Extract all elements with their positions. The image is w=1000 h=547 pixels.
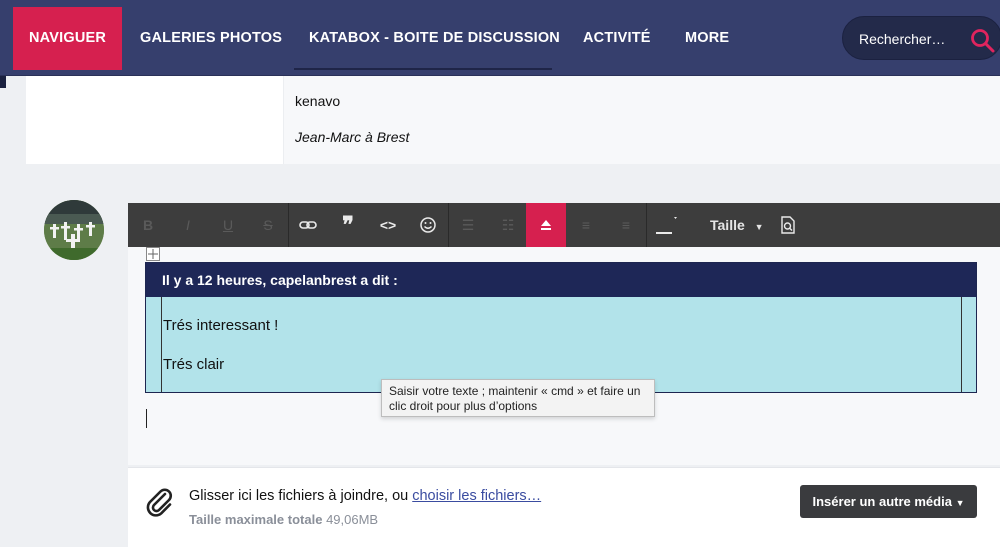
attachments-area[interactable]: Glisser ici les fichiers à joindre, ou c… [128, 467, 1000, 547]
quote-line: Trés clair [163, 356, 225, 373]
attach-drop-text: Glisser ici les fichiers à joindre, ou [189, 488, 409, 504]
previous-post-author-column [26, 76, 284, 164]
nav-item-galeries-photos[interactable]: GALERIES PHOTOS [140, 0, 282, 76]
italic-icon[interactable]: I [168, 203, 208, 247]
attach-size-limit: Taille maximale totale 49,06MB [189, 512, 378, 527]
align-left-icon[interactable]: ≡ [566, 203, 606, 247]
emoji-icon[interactable] [408, 203, 448, 247]
bold-icon[interactable]: B [128, 203, 168, 247]
editor-toolbar: B I U S ❞ <> ☰ ☷ ≡ ≡ Taille ▼ [128, 203, 1000, 247]
list-icon[interactable]: ☰ [448, 203, 488, 247]
numbered-list-icon[interactable]: ☷ [488, 203, 528, 247]
choose-files-link[interactable]: choisir les fichiers… [412, 488, 541, 504]
previous-post-text: kenavo [295, 93, 341, 109]
align-center-icon[interactable] [526, 203, 566, 247]
previous-post-body [284, 76, 1000, 164]
max-size-label: Taille maximale totale [189, 512, 323, 527]
nav-item-naviguer[interactable]: NAVIGUER [13, 7, 123, 70]
nav-item-activite[interactable]: ACTIVITÉ [583, 0, 651, 76]
link-icon[interactable] [288, 203, 328, 247]
size-label: Taille [710, 217, 745, 233]
search-placeholder: Rechercher… [859, 31, 946, 47]
nav-item-katabox[interactable]: KATABOX - BOITE DE DISCUSSION [309, 0, 560, 76]
text-color-icon[interactable] [646, 203, 686, 247]
preview-icon[interactable] [768, 203, 808, 247]
chevron-down-icon: ▼ [754, 222, 764, 232]
underline-icon[interactable]: U [208, 203, 248, 247]
max-size-value: 49,06MB [326, 512, 379, 527]
strikethrough-icon[interactable]: S [248, 203, 288, 247]
nav-active-underline [294, 68, 552, 70]
size-dropdown[interactable]: Taille ▼ [710, 203, 764, 247]
insert-media-label: Insérer un autre média [812, 494, 952, 509]
previous-post-signature: Jean-Marc à Brest [295, 129, 410, 145]
top-navigation: NAVIGUER GALERIES PHOTOS KATABOX - BOITE… [0, 0, 1000, 76]
paperclip-icon [146, 488, 172, 517]
quote-block[interactable]: Il y a 12 heures, capelanbrest a dit : T… [145, 262, 977, 393]
align-right-icon[interactable]: ≡ [606, 203, 646, 247]
quote-line: Trés interessant ! [163, 317, 279, 334]
caret-down-icon: ▼ [955, 498, 965, 508]
quote-header: Il y a 12 heures, capelanbrest a dit : [146, 263, 976, 297]
quote-icon[interactable]: ❞ [328, 203, 368, 247]
avatar[interactable] [44, 200, 104, 260]
code-icon[interactable]: <> [368, 203, 408, 247]
search-input[interactable]: Rechercher… [842, 16, 1000, 60]
editor-tooltip: Saisir votre texte ; maintenir « cmd » e… [381, 379, 655, 417]
previous-post: kenavo Jean-Marc à Brest [26, 76, 1000, 164]
move-handle-icon[interactable] [146, 247, 160, 261]
search-icon[interactable] [969, 27, 997, 55]
quote-body[interactable]: Trés interessant ! Trés clair [146, 297, 976, 392]
attach-instructions: Glisser ici les fichiers à joindre, ou c… [189, 488, 541, 504]
nav-item-more[interactable]: MORE [685, 0, 729, 76]
text-cursor [146, 409, 147, 428]
insert-media-button[interactable]: Insérer un autre média ▼ [800, 485, 977, 518]
edge-marker [0, 76, 6, 88]
